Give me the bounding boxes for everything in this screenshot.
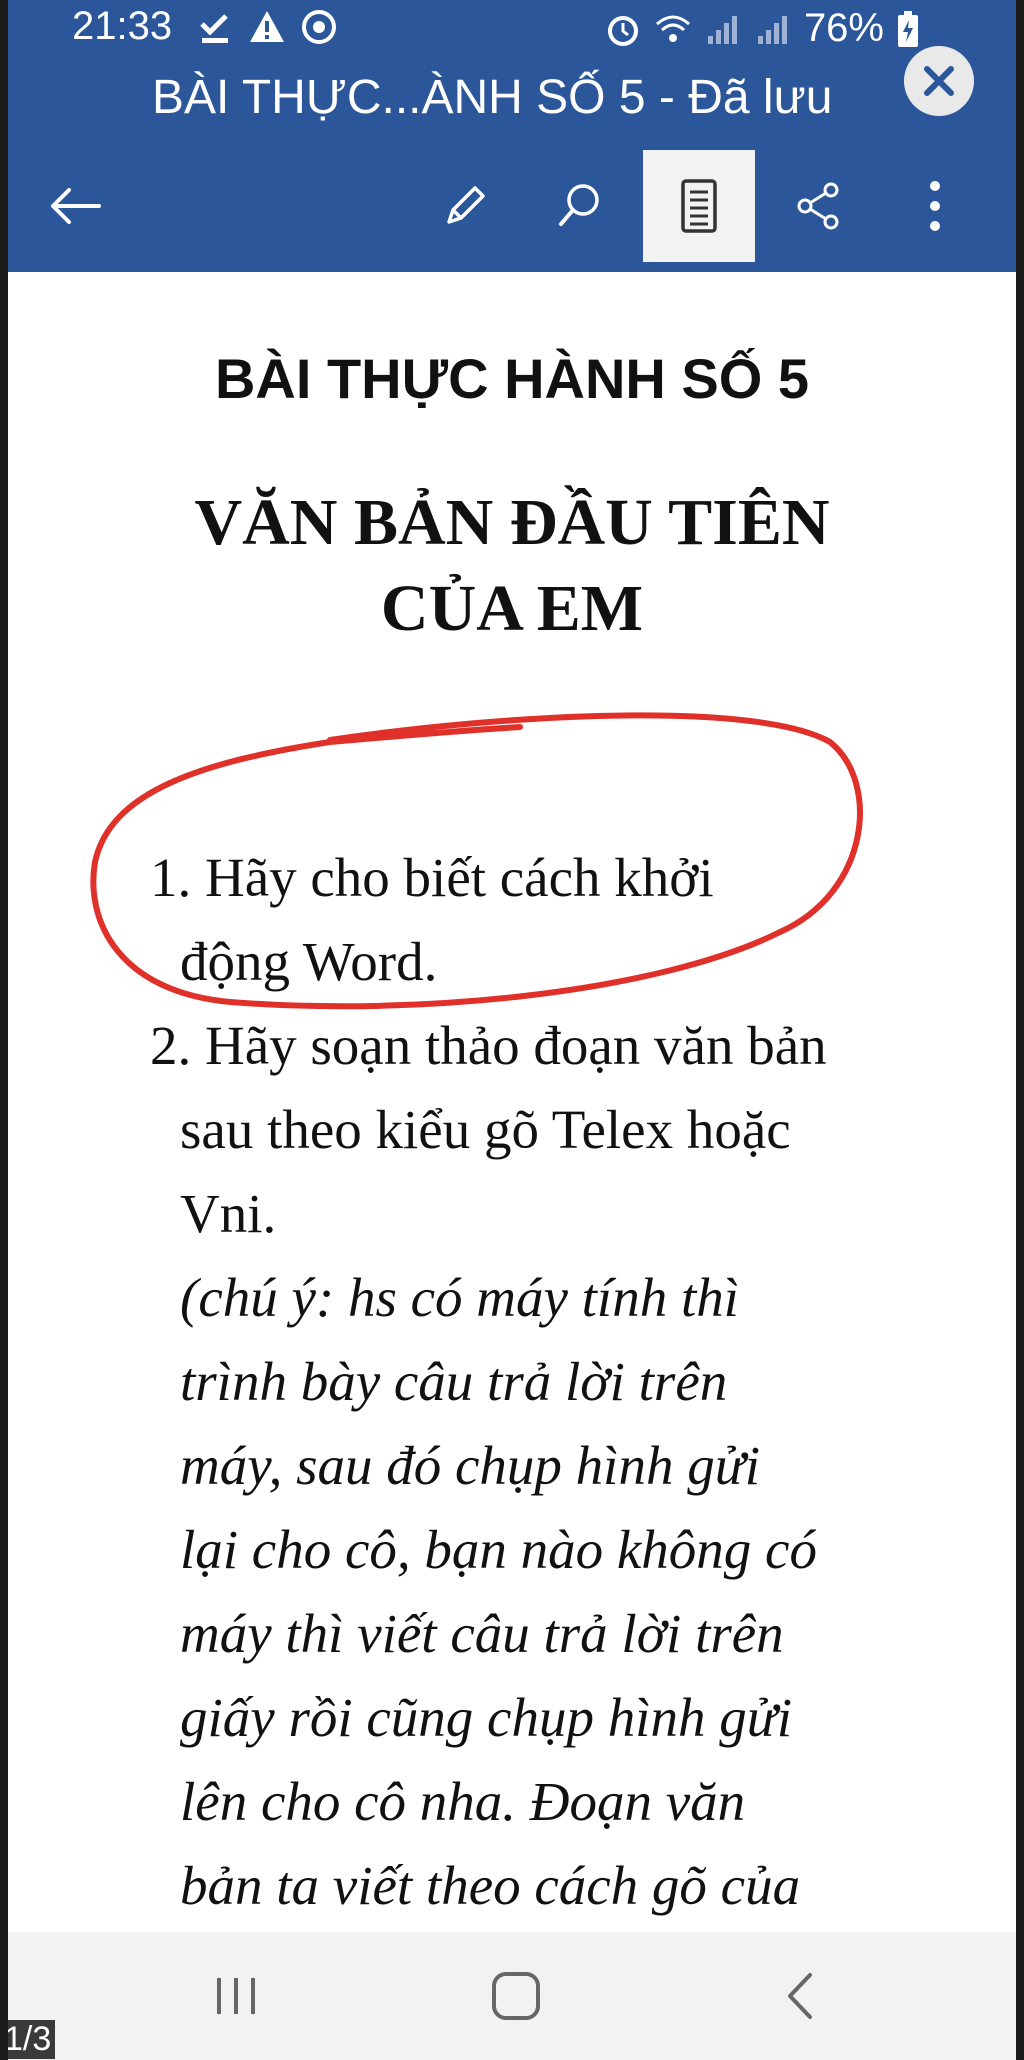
share-button[interactable] [774,150,864,262]
sync-icon [300,8,338,46]
item-2-line-1: 2. Hãy soạn thảo đoạn văn bản [150,1015,827,1076]
screen-edge-right [1016,0,1024,2060]
page-indicator: 1/3 [0,2020,56,2059]
chevron-left-icon [788,1973,812,2019]
back-arrow-icon [51,188,101,224]
home-button[interactable] [466,1960,566,2032]
close-icon [924,66,954,96]
nav-back-button[interactable] [750,1960,850,2032]
item-2-line-2: sau theo kiểu gõ Telex hoặc [180,1099,791,1160]
system-nav-bar [0,1932,1024,2060]
status-time: 21:33 [72,4,173,48]
recent-apps-button[interactable] [186,1960,286,2032]
item-1-line-1: 1. Hãy cho biết cách khởi [150,847,714,908]
note-line: (chú ý: hs có máy tính thì [180,1267,740,1328]
wifi-icon [654,10,692,48]
warning-icon [248,8,286,46]
signal-icon-2 [754,10,792,48]
signal-icon [704,10,742,48]
screen-edge-left [0,0,8,2060]
document-title: BÀI THỰC...ÀNH SỐ 5 - Đã lưu [152,71,833,124]
app-header: 21:33 76% BÀI THỰC...ÀNH SỐ 5 - Đã lưu [0,0,1024,272]
download-done-icon [196,8,234,46]
home-icon [492,1972,540,2020]
share-icon [797,182,839,230]
mobile-view-icon [681,179,717,233]
back-button[interactable] [30,150,120,262]
mobile-view-button[interactable] [643,150,755,262]
toolbar [0,150,1024,265]
close-button[interactable] [904,46,974,116]
item-2-line-3: Vni. [180,1183,277,1244]
title-row: BÀI THỰC...ÀNH SỐ 5 - Đã lưu [0,66,1024,138]
note-line: trình bày câu trả lời trên [180,1351,728,1412]
document-page: BÀI THỰC HÀNH SỐ 5 VĂN BẢN ĐẦU TIÊN CỦA … [0,272,1024,1932]
item-1-line-2: động Word. [180,931,438,992]
search-button[interactable] [534,150,624,262]
pencil-icon [447,186,485,224]
recent-apps-icon [217,1978,255,2014]
note-line: máy thì viết câu trả lời trên [180,1603,784,1664]
note-line: bản ta viết theo cách gõ của [180,1855,801,1916]
edit-button[interactable] [420,150,510,262]
status-right-icons: 76% [604,6,934,51]
alarm-icon [604,10,642,48]
note-line: máy, sau đó chụp hình gửi [180,1435,760,1496]
note-line: giấy rồi cũng chụp hình gửi [180,1687,793,1748]
status-left-icons [196,8,338,46]
more-vert-icon [930,181,940,231]
note-line: lại cho cô, bạn nào không có [180,1519,817,1580]
battery-charging-icon [896,10,934,48]
note-line: lên cho cô nha. Đoạn văn [180,1771,746,1832]
status-bar: 21:33 76% [0,0,1024,58]
more-options-button[interactable] [890,150,980,262]
battery-percentage: 76% [803,6,884,50]
search-icon [559,184,599,226]
